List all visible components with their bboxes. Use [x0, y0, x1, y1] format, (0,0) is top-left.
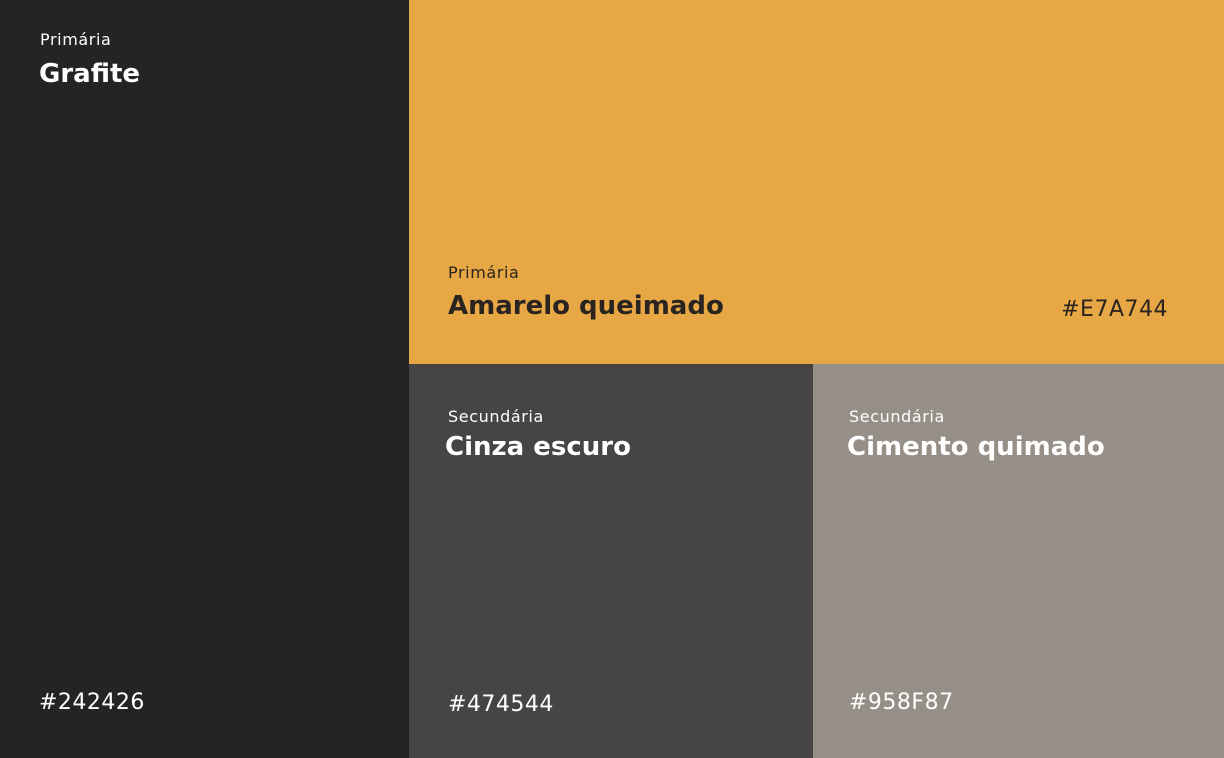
swatch-hex-code: #474544	[448, 692, 554, 717]
swatch-name: Grafite	[39, 59, 141, 89]
swatch-hex-code: #E7A744	[1061, 297, 1168, 322]
swatch-role: Secundária	[448, 407, 544, 426]
swatch-cinza-escuro: Secundária Cinza escuro #474544	[409, 364, 813, 758]
swatch-name: Amarelo queimado	[448, 291, 724, 321]
swatch-name: Cinza escuro	[445, 432, 631, 462]
swatch-hex-code: #958F87	[849, 690, 954, 715]
swatch-name: Cimento quimado	[847, 432, 1105, 462]
swatch-cimento-quimado: Secundária Cimento quimado #958F87	[813, 364, 1224, 758]
swatch-role: Secundária	[849, 407, 945, 426]
color-palette: Primária Grafite #242426 Primária Amarel…	[0, 0, 1224, 758]
swatch-role: Primária	[40, 30, 112, 49]
swatch-role: Primária	[448, 263, 520, 282]
swatch-amarelo-queimado: Primária Amarelo queimado #E7A744	[409, 0, 1224, 364]
swatch-grafite: Primária Grafite #242426	[0, 0, 409, 758]
swatch-hex-code: #242426	[39, 690, 145, 715]
